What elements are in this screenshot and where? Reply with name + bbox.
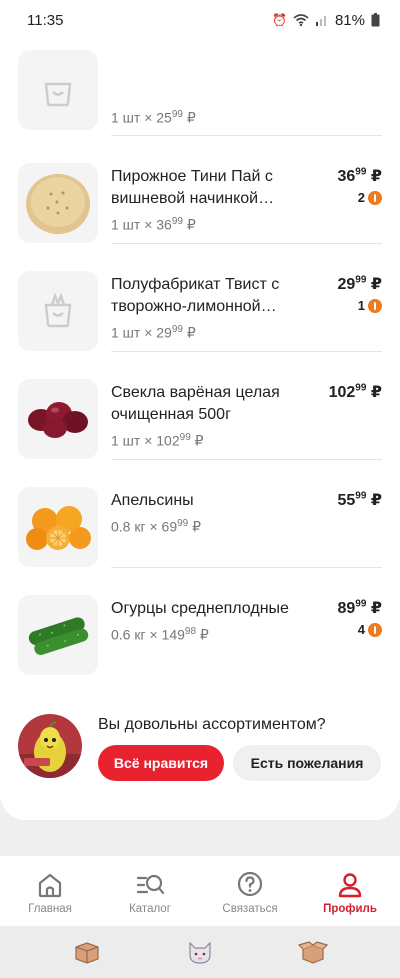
- battery-percent: 81%: [334, 11, 365, 29]
- signal-icon: [315, 16, 326, 26]
- tab-label: Главная: [28, 903, 72, 915]
- item-qty: 1 шт × 2999 ₽: [111, 324, 196, 341]
- product-thumb: [18, 163, 98, 243]
- order-sheet: 1 шт × 2599 ₽ Пирожное Тини Пай с вишнев…: [0, 40, 400, 820]
- status-icons: ⏰ 81%: [272, 12, 380, 29]
- item-name: Апельсины: [111, 492, 194, 509]
- bag-placeholder-icon: [44, 292, 72, 328]
- open-box-icon: [298, 941, 329, 964]
- cucumbers-image: [28, 617, 89, 655]
- list-item[interactable]: Огурцы среднеплодные 0.6 кг × 14998 ₽ 89…: [0, 568, 400, 678]
- item-price: 5599 ₽: [337, 490, 383, 509]
- order-items-list: 1 шт × 2599 ₽ Пирожное Тини Пай с вишнев…: [0, 50, 400, 678]
- help-chat-icon: [237, 871, 263, 897]
- item-qty: 0.6 кг × 14998 ₽: [111, 626, 209, 643]
- pie-image: [26, 174, 90, 234]
- tab-catalog[interactable]: Каталог: [100, 856, 200, 926]
- box-icon: [75, 942, 99, 964]
- list-item[interactable]: Полуфабрикат Твист с творожно-лимонной… …: [0, 244, 400, 352]
- bonus-coin-icon: [368, 190, 382, 205]
- status-time: 11:35: [27, 11, 64, 29]
- bonus-badge: 4: [358, 622, 382, 637]
- wifi-icon: [293, 14, 309, 26]
- list-item[interactable]: Пирожное Тини Пай с вишневой начинкой… 1…: [0, 136, 400, 244]
- item-name: Пирожное Тини Пай с вишневой начинкой…: [111, 168, 275, 207]
- item-qty: 1 шт × 3699 ₽: [111, 216, 196, 233]
- nav-box-left[interactable]: [67, 937, 107, 967]
- like-button[interactable]: Всё нравится: [98, 745, 224, 781]
- survey-question: Вы довольны ассортиментом?: [98, 716, 326, 733]
- tab-label: Профиль: [323, 903, 377, 915]
- bottom-tab-bar: Главная Каталог Связаться Профиль: [0, 856, 400, 926]
- mascot-avatar: [18, 714, 82, 778]
- battery-icon: [371, 13, 380, 27]
- profile-icon: [338, 873, 362, 898]
- tab-contact[interactable]: Связаться: [200, 856, 300, 926]
- bonus-badge: 1: [358, 298, 382, 313]
- product-thumb: [18, 487, 98, 567]
- bonus-coin-icon: [368, 622, 382, 637]
- assortment-survey: Вы довольны ассортиментом? Всё нравится …: [0, 710, 400, 800]
- bonus-badge: 2: [358, 190, 382, 205]
- product-thumb: [18, 595, 98, 675]
- item-price: 8999 ₽: [337, 598, 383, 617]
- item-price: 10299 ₽: [328, 382, 382, 401]
- system-nav-bar: [0, 926, 400, 978]
- status-bar: 11:35 ⏰ 81%: [0, 0, 400, 40]
- home-icon: [38, 873, 62, 898]
- product-thumb: [18, 379, 98, 459]
- list-item[interactable]: Апельсины 0.8 кг × 6999 ₽ 5599 ₽: [0, 460, 400, 568]
- alarm-icon: ⏰: [272, 13, 287, 27]
- tab-profile[interactable]: Профиль: [300, 856, 400, 926]
- item-qty: 1 шт × 2599 ₽: [111, 109, 196, 126]
- item-name: Полуфабрикат Твист с творожно-лимонной…: [111, 276, 280, 315]
- tab-label: Связаться: [222, 903, 278, 915]
- item-name: Огурцы среднеплодные: [111, 600, 289, 617]
- nav-cat-center[interactable]: [180, 937, 220, 967]
- beets-image: [28, 402, 88, 438]
- catalog-search-icon: [136, 874, 165, 895]
- product-thumb: [18, 271, 98, 351]
- cat-icon: [189, 941, 211, 964]
- list-item[interactable]: 1 шт × 2599 ₽: [0, 50, 400, 136]
- item-qty: 0.8 кг × 6999 ₽: [111, 518, 202, 535]
- pear-mascot-image: [18, 721, 82, 778]
- oranges-image: [26, 506, 91, 550]
- bonus-coin-icon: [368, 298, 382, 313]
- item-name: Свекла варёная целая очищенная 500г: [111, 384, 280, 423]
- list-item[interactable]: Свекла варёная целая очищенная 500г 1 шт…: [0, 352, 400, 460]
- item-qty: 1 шт × 10299 ₽: [111, 432, 204, 449]
- item-price: 3699 ₽: [337, 166, 383, 185]
- suggestions-button[interactable]: Есть пожелания: [233, 745, 381, 781]
- tab-label: Каталог: [129, 903, 171, 915]
- item-price: 2999 ₽: [337, 274, 383, 293]
- product-thumb: [18, 50, 98, 130]
- nav-box-right[interactable]: [293, 937, 333, 967]
- tab-home[interactable]: Главная: [0, 856, 100, 926]
- bag-placeholder-icon: [44, 82, 72, 107]
